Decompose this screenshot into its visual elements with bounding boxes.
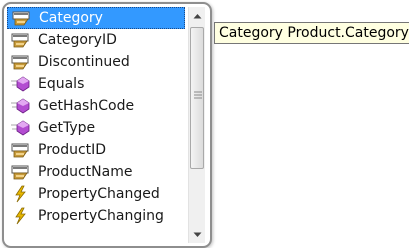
completion-item-gethashcode[interactable]: GetHashCode [7, 95, 185, 117]
completion-item-equals[interactable]: Equals [7, 73, 185, 95]
completion-item-label: Discontinued [38, 54, 130, 70]
grip-icon [194, 91, 202, 99]
property-icon [11, 163, 31, 181]
completion-item-productname[interactable]: ProductName [7, 161, 185, 183]
event-icon [11, 185, 31, 203]
completion-list-popup: Category CategoryID Discontinued Equals … [2, 2, 212, 248]
completion-item-label: PropertyChanged [38, 186, 160, 202]
method-icon [11, 97, 31, 115]
completion-item-label: CategoryID [38, 32, 117, 48]
property-icon [12, 9, 32, 27]
scroll-down-arrow-icon [193, 232, 201, 237]
intellisense-stage: Category CategoryID Discontinued Equals … [0, 0, 409, 248]
completion-item-discontinued[interactable]: Discontinued [7, 51, 185, 73]
completion-item-productid[interactable]: ProductID [7, 139, 185, 161]
scroll-down-button[interactable] [189, 226, 205, 243]
completion-item-label: GetHashCode [38, 98, 135, 114]
property-icon [11, 31, 31, 49]
completion-item-label: GetType [38, 120, 96, 136]
completion-item-propertychanged[interactable]: PropertyChanged [7, 183, 185, 205]
completion-list: Category CategoryID Discontinued Equals … [7, 7, 185, 243]
completion-item-propertychanging[interactable]: PropertyChanging [7, 205, 185, 227]
method-icon [11, 119, 31, 137]
quick-info-tooltip: Category Product.Category [214, 22, 409, 44]
scrollbar-thumb[interactable] [190, 27, 204, 169]
property-icon [11, 53, 31, 71]
scroll-up-button[interactable] [189, 7, 205, 24]
completion-item-label: Equals [38, 76, 85, 92]
scroll-up-arrow-icon [193, 13, 201, 18]
completion-item-label: ProductName [38, 164, 133, 180]
event-icon [11, 207, 31, 225]
completion-item-label: ProductID [38, 142, 107, 158]
vertical-scrollbar[interactable] [188, 7, 205, 243]
completion-item-label: Category [39, 10, 103, 26]
tooltip-text: Category Product.Category [219, 25, 409, 41]
completion-item-category[interactable]: Category [7, 7, 185, 29]
completion-item-gettype[interactable]: GetType [7, 117, 185, 139]
completion-item-label: PropertyChanging [38, 208, 164, 224]
completion-item-categoryid[interactable]: CategoryID [7, 29, 185, 51]
method-icon [11, 75, 31, 93]
property-icon [11, 141, 31, 159]
